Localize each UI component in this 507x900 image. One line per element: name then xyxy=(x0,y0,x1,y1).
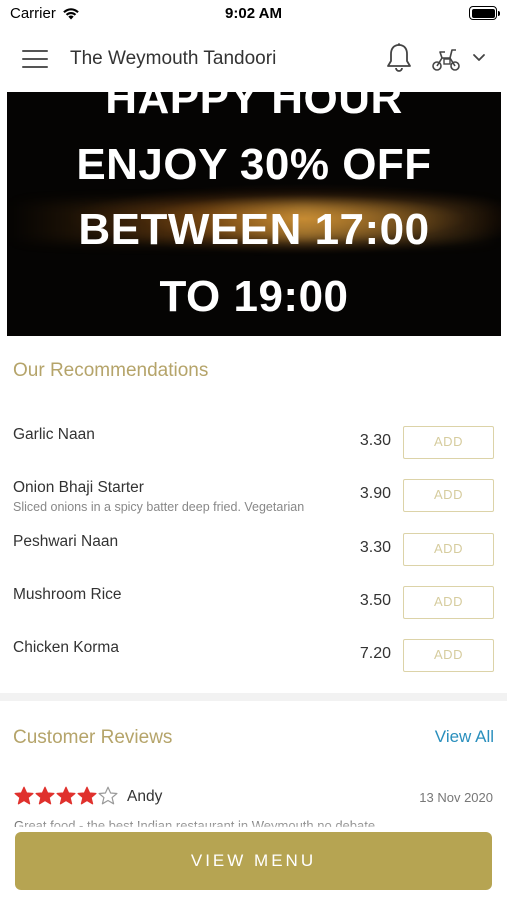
recommendation-item[interactable]: Chicken Korma 7.20 ADD xyxy=(0,639,507,692)
star-rating xyxy=(14,786,118,806)
add-button[interactable]: ADD xyxy=(403,426,494,459)
section-divider xyxy=(0,693,507,701)
scooter-icon[interactable] xyxy=(430,46,462,72)
happy-hour-banner[interactable]: HAPPY HOUR ENJOY 30% OFF BETWEEN 17:00 T… xyxy=(7,92,501,336)
review-date: 13 Nov 2020 xyxy=(419,790,493,805)
star-filled-icon xyxy=(14,786,34,805)
chevron-down-icon[interactable] xyxy=(471,51,487,65)
star-empty-icon xyxy=(98,786,118,805)
star-filled-icon xyxy=(35,786,55,805)
add-button[interactable]: ADD xyxy=(403,639,494,672)
item-description: Sliced onions in a spicy batter deep fri… xyxy=(13,500,305,514)
banner-line-2: ENJOY 30% OFF xyxy=(76,140,432,189)
item-price: 3.90 xyxy=(359,485,391,502)
add-button[interactable]: ADD xyxy=(403,533,494,566)
view-all-reviews-link[interactable]: View All xyxy=(435,727,494,747)
recommendation-item[interactable]: Onion Bhaji Starter Sliced onions in a s… xyxy=(0,479,507,532)
battery-icon xyxy=(469,6,500,20)
banner-line-1: HAPPY HOUR xyxy=(105,92,403,123)
item-name: Garlic Naan xyxy=(13,426,95,443)
item-name: Peshwari Naan xyxy=(13,533,119,550)
bell-icon[interactable] xyxy=(385,42,413,74)
view-menu-button[interactable]: VIEW MENU xyxy=(15,832,492,890)
recommendation-item[interactable]: Mushroom Rice 3.50 ADD xyxy=(0,586,507,639)
item-price: 3.50 xyxy=(359,592,391,609)
recommendations-title: Our Recommendations xyxy=(13,360,209,381)
status-time: 9:02 AM xyxy=(225,5,282,22)
item-price: 3.30 xyxy=(359,539,391,556)
item-name: Chicken Korma xyxy=(13,639,119,656)
review-item[interactable]: Andy 13 Nov 2020 xyxy=(0,786,507,810)
item-price: 3.30 xyxy=(359,432,391,449)
app-header: The Weymouth Tandoori xyxy=(0,28,507,90)
recommendation-item[interactable]: Peshwari Naan 3.30 ADD xyxy=(0,533,507,586)
star-filled-icon xyxy=(77,786,97,805)
hamburger-menu-icon[interactable] xyxy=(22,50,48,68)
recommendation-item[interactable]: Garlic Naan 3.30 ADD xyxy=(0,426,507,479)
reviewer-name: Andy xyxy=(127,788,163,805)
star-filled-icon xyxy=(56,786,76,805)
banner-line-3: BETWEEN 17:00 xyxy=(78,205,430,254)
add-button[interactable]: ADD xyxy=(403,586,494,619)
add-button[interactable]: ADD xyxy=(403,479,494,512)
banner-line-4: TO 19:00 xyxy=(159,272,349,321)
item-name: Onion Bhaji Starter xyxy=(13,479,144,496)
status-bar: Carrier 9:02 AM xyxy=(0,0,507,28)
restaurant-title: The Weymouth Tandoori xyxy=(70,48,277,69)
review-text: Great food - the best Indian restaurant … xyxy=(14,818,376,827)
reviews-title: Customer Reviews xyxy=(13,727,173,748)
item-name: Mushroom Rice xyxy=(13,586,122,603)
item-price: 7.20 xyxy=(359,645,391,662)
